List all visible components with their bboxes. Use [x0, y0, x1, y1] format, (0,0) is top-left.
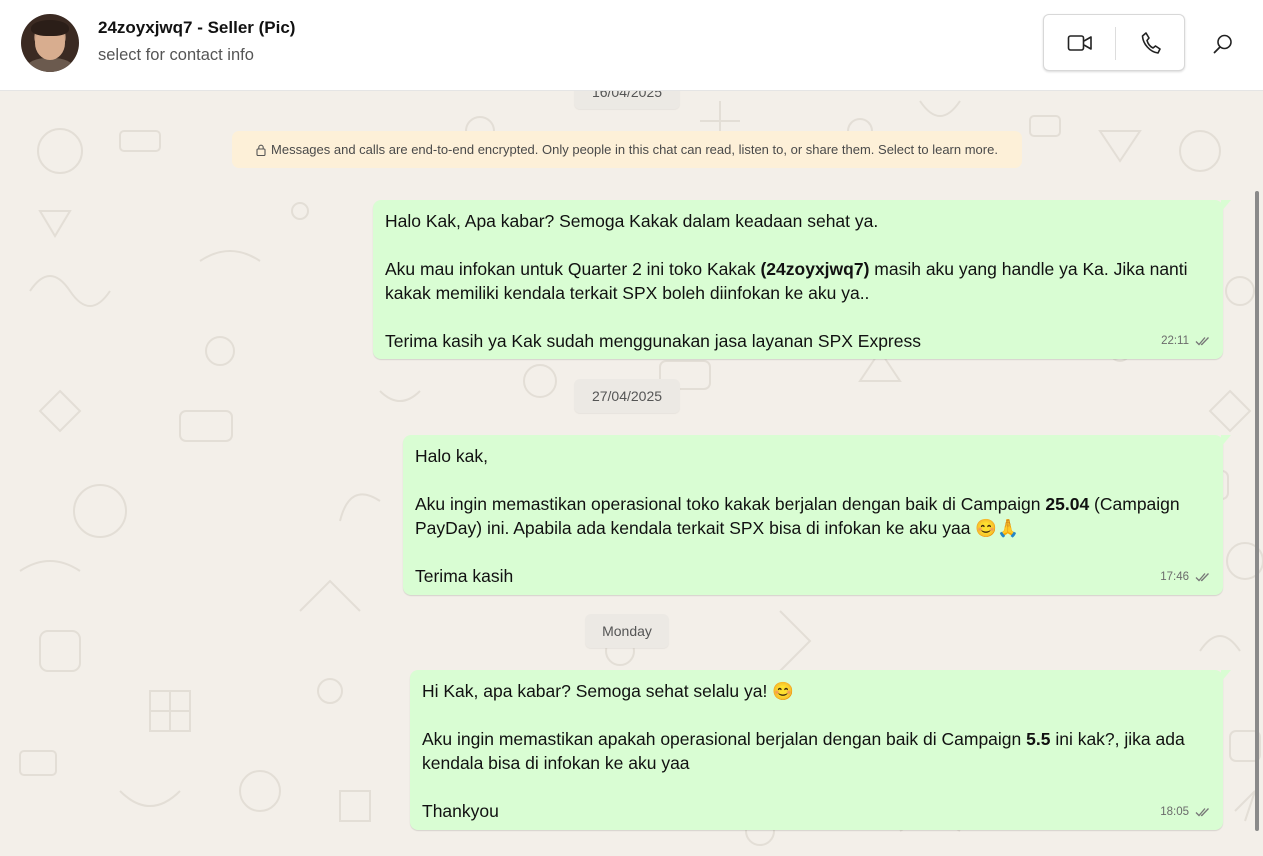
double-check-icon — [1195, 808, 1209, 817]
bubble-tail — [1221, 200, 1231, 212]
message-line: Halo Kak, Apa kabar? Semoga Kakak dalam … — [385, 211, 879, 231]
encryption-notice[interactable]: Messages and calls are end-to-end encryp… — [232, 131, 1022, 168]
message-time: 18:05 — [1160, 806, 1189, 818]
chat-scrollbar[interactable] — [1255, 191, 1259, 831]
date-separator-label: Monday — [602, 623, 652, 639]
chat-header: 24zoyxjwq7 - Seller (Pic) select for con… — [0, 0, 1263, 91]
double-check-icon — [1195, 337, 1209, 346]
message-time: 17:46 — [1160, 571, 1189, 583]
message-meta: 17:46 — [1160, 565, 1211, 589]
date-separator: Monday — [585, 614, 669, 648]
contact-name[interactable]: 24zoyxjwq7 - Seller (Pic) — [98, 18, 295, 38]
encryption-notice-text: Messages and calls are end-to-end encryp… — [271, 142, 998, 157]
date-separator-label: 27/04/2025 — [591, 388, 663, 404]
outgoing-message[interactable]: Hi Kak, apa kabar? Semoga sehat selalu y… — [410, 670, 1231, 830]
message-line: Aku ingin memastikan operasional toko ka… — [415, 492, 1211, 516]
video-call-button[interactable] — [1044, 15, 1115, 70]
message-line: Hi Kak, apa kabar? Semoga sehat selalu y… — [422, 681, 794, 701]
message-line: Terima kasih ya Kak sudah menggunakan ja… — [385, 331, 921, 351]
message-text-bold: (24zoyxjwq7) — [760, 259, 870, 279]
contact-info-hint[interactable]: select for contact info — [98, 46, 254, 65]
call-button-group — [1043, 14, 1185, 71]
message-text: (Campaign — [1089, 494, 1180, 514]
date-separator: 16/04/2025 — [574, 91, 680, 109]
avatar-shirt — [27, 58, 73, 72]
message-line: PayDay) ini. Apabila ada kendala terkait… — [415, 518, 1019, 538]
message-meta: 22:11 — [1161, 329, 1211, 353]
double-check-icon — [1195, 573, 1209, 582]
message-time: 22:11 — [1161, 335, 1189, 347]
bubble-tail — [1221, 670, 1231, 682]
search-icon — [1213, 34, 1232, 54]
message-line: Halo kak, — [415, 446, 488, 466]
bubble-tail — [1221, 435, 1231, 447]
outgoing-message[interactable]: Halo kak, Aku ingin memastikan operasion… — [403, 435, 1231, 595]
lock-icon — [256, 144, 266, 156]
video-call-icon — [1067, 34, 1092, 51]
message-line: Aku mau infokan untuk Quarter 2 ini toko… — [385, 257, 1211, 281]
message-text: ini kak?, jika ada — [1050, 729, 1185, 749]
search-button[interactable] — [1205, 26, 1241, 62]
message-line: kakak memiliki kendala terkait SPX boleh… — [385, 283, 870, 303]
message-text: Aku ingin memastikan operasional toko ka… — [415, 494, 1046, 514]
outgoing-message[interactable]: Halo Kak, Apa kabar? Semoga Kakak dalam … — [373, 200, 1231, 359]
message-line: kendala bisa di infokan ke aku yaa — [422, 753, 690, 773]
message-line: Aku ingin memastikan apakah operasional … — [422, 727, 1211, 751]
date-separator-label: 16/04/2025 — [591, 91, 663, 100]
avatar-hair — [31, 20, 69, 36]
message-list[interactable]: 16/04/2025 Messages and calls are end-to… — [0, 91, 1263, 856]
message-line: Thankyou — [422, 801, 499, 821]
date-separator: 27/04/2025 — [574, 379, 680, 413]
message-text: Aku ingin memastikan apakah operasional … — [422, 729, 1027, 749]
message-text-bold: 5.5 — [1026, 729, 1051, 749]
voice-call-button[interactable] — [1116, 15, 1185, 70]
message-text-bold: 25.04 — [1045, 494, 1090, 514]
contact-avatar[interactable] — [21, 14, 79, 72]
message-meta: 18:05 — [1160, 800, 1211, 824]
message-text: masih aku yang handle ya Ka. Jika nanti — [869, 259, 1188, 279]
voice-call-icon — [1141, 31, 1161, 54]
message-text: Aku mau infokan untuk Quarter 2 ini toko… — [385, 259, 761, 279]
message-line: Terima kasih — [415, 566, 514, 586]
